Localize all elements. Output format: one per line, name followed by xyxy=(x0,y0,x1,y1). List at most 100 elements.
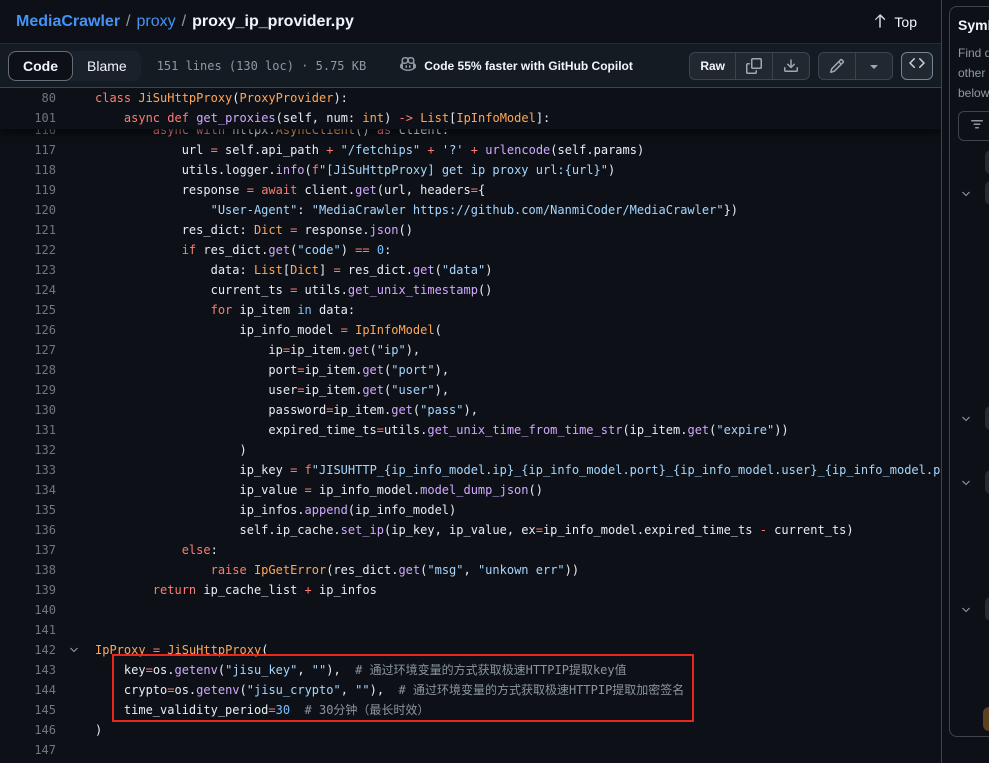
code-text: ip_infos.append(ip_info_model) xyxy=(95,500,456,520)
copilot-banner-label: Code 55% faster with GitHub Copilot xyxy=(424,59,633,73)
collapse-chevron-down-icon[interactable] xyxy=(56,640,95,660)
line-number[interactable]: 138 xyxy=(0,560,56,580)
tab-code[interactable]: Code xyxy=(8,51,73,81)
symbol-item[interactable] xyxy=(985,406,989,430)
gutter xyxy=(56,300,95,320)
breadcrumb: MediaCrawler / proxy / proxy_ip_provider… xyxy=(16,13,354,31)
line-number[interactable]: 121 xyxy=(0,220,56,240)
symbols-toggle-button[interactable] xyxy=(901,52,933,80)
line-number[interactable]: 146 xyxy=(0,720,56,740)
gutter xyxy=(56,160,95,180)
code-line-136: 136 self.ip_cache.set_ip(ip_key, ip_valu… xyxy=(0,520,941,540)
code-line-127: 127 ip=ip_item.get("ip"), xyxy=(0,340,941,360)
gutter xyxy=(56,720,95,740)
gutter xyxy=(56,460,95,480)
code-line-120: 120 "User-Agent": "MediaCrawler https://… xyxy=(0,200,941,220)
line-number[interactable]: 142 xyxy=(0,640,56,660)
symbol-item[interactable] xyxy=(985,150,989,174)
gutter xyxy=(56,480,95,500)
symbol-item[interactable] xyxy=(985,181,989,205)
raw-copy-download-group: Raw xyxy=(689,52,810,80)
code-line-118: 118 utils.logger.info(f"[JiSuHttpProxy] … xyxy=(0,160,941,180)
line-number[interactable]: 131 xyxy=(0,420,56,440)
line-number[interactable]: 147 xyxy=(0,740,56,760)
line-number[interactable]: 101 xyxy=(0,108,56,128)
line-number[interactable]: 80 xyxy=(0,88,56,108)
symbol-item[interactable] xyxy=(983,707,989,731)
gutter xyxy=(56,580,95,600)
breadcrumb-separator: / xyxy=(126,13,130,31)
code-line-145: 145 time_validity_period=30 # 30分钟（最长时效） xyxy=(0,700,941,720)
edit-button[interactable] xyxy=(819,53,855,79)
code-line-146: 146) xyxy=(0,720,941,740)
chevron-down-icon[interactable] xyxy=(960,476,972,494)
code-text: time_validity_period=30 # 30分钟（最长时效） xyxy=(95,700,429,720)
line-number[interactable]: 136 xyxy=(0,520,56,540)
line-number[interactable]: 128 xyxy=(0,360,56,380)
line-number[interactable]: 122 xyxy=(0,240,56,260)
line-number[interactable]: 143 xyxy=(0,660,56,680)
symbols-panel-title: Symbols xyxy=(958,17,989,33)
code-text: data: List[Dict] = res_dict.get("data") xyxy=(95,260,492,280)
chevron-down-icon[interactable] xyxy=(960,187,972,205)
line-number[interactable]: 117 xyxy=(0,140,56,160)
symbols-panel: Symbols Find definitions and references … xyxy=(949,6,989,737)
download-button[interactable] xyxy=(772,53,809,79)
line-number[interactable]: 133 xyxy=(0,460,56,480)
line-number[interactable]: 125 xyxy=(0,300,56,320)
edit-dropdown-button[interactable] xyxy=(855,53,892,79)
symbol-item[interactable] xyxy=(985,470,989,494)
code-text: ip_value = ip_info_model.model_dump_json… xyxy=(95,480,543,500)
code-line-139: 139 return ip_cache_list + ip_infos xyxy=(0,580,941,600)
code-line-123: 123 data: List[Dict] = res_dict.get("dat… xyxy=(0,260,941,280)
line-number[interactable]: 123 xyxy=(0,260,56,280)
code-line-137: 137 else: xyxy=(0,540,941,560)
breadcrumb-folder-link[interactable]: proxy xyxy=(137,13,176,31)
symbols-description-line: below. xyxy=(958,83,989,103)
code-line-133: 133 ip_key = f"JISUHTTP_{ip_info_model.i… xyxy=(0,460,941,480)
line-number[interactable]: 135 xyxy=(0,500,56,520)
line-number[interactable]: 124 xyxy=(0,280,56,300)
line-number[interactable]: 139 xyxy=(0,580,56,600)
line-number[interactable]: 145 xyxy=(0,700,56,720)
copilot-banner[interactable]: Code 55% faster with GitHub Copilot xyxy=(400,56,633,75)
code-text: expired_time_ts=utils.get_unix_time_from… xyxy=(95,420,789,440)
code-line-129: 129 user=ip_item.get("user"), xyxy=(0,380,941,400)
symbols-description-line: other symbols in this file by clicking a… xyxy=(958,63,989,83)
code-line-141: 141 xyxy=(0,620,941,640)
gutter xyxy=(56,440,95,460)
line-number[interactable]: 120 xyxy=(0,200,56,220)
breadcrumb-repo-link[interactable]: MediaCrawler xyxy=(16,13,120,31)
gutter xyxy=(56,360,95,380)
line-number[interactable]: 129 xyxy=(0,380,56,400)
line-number[interactable]: 144 xyxy=(0,680,56,700)
chevron-down-icon[interactable] xyxy=(960,603,972,621)
gutter xyxy=(56,320,95,340)
line-number[interactable]: 134 xyxy=(0,480,56,500)
line-number[interactable]: 130 xyxy=(0,400,56,420)
code-line-132: 132 ) xyxy=(0,440,941,460)
symbols-filter-input[interactable] xyxy=(958,111,989,141)
code-line-117: 117 url = self.api_path + "/fetchips" + … xyxy=(0,140,941,160)
code-text: async def get_proxies(self, num: int) ->… xyxy=(95,108,550,128)
line-number[interactable]: 119 xyxy=(0,180,56,200)
chevron-down-icon[interactable] xyxy=(960,412,972,430)
code-text: return ip_cache_list + ip_infos xyxy=(95,580,377,600)
copy-button[interactable] xyxy=(735,53,772,79)
code-line-134: 134 ip_value = ip_info_model.model_dump_… xyxy=(0,480,941,500)
line-number[interactable]: 126 xyxy=(0,320,56,340)
gutter xyxy=(56,200,95,220)
line-number[interactable]: 141 xyxy=(0,620,56,640)
code-text: IpProxy = JiSuHttpProxy( xyxy=(95,640,268,660)
symbol-item[interactable] xyxy=(985,597,989,621)
tab-blame[interactable]: Blame xyxy=(73,51,141,81)
raw-button[interactable]: Raw xyxy=(690,53,735,79)
line-number[interactable]: 118 xyxy=(0,160,56,180)
line-number[interactable]: 127 xyxy=(0,340,56,360)
line-number[interactable]: 137 xyxy=(0,540,56,560)
line-number[interactable]: 132 xyxy=(0,440,56,460)
code-text: crypto=os.getenv("jisu_crypto", ""), # 通… xyxy=(95,680,684,700)
line-number[interactable]: 140 xyxy=(0,600,56,620)
back-to-top-button[interactable]: Top xyxy=(864,8,925,35)
code-text: for ip_item in data: xyxy=(95,300,355,320)
